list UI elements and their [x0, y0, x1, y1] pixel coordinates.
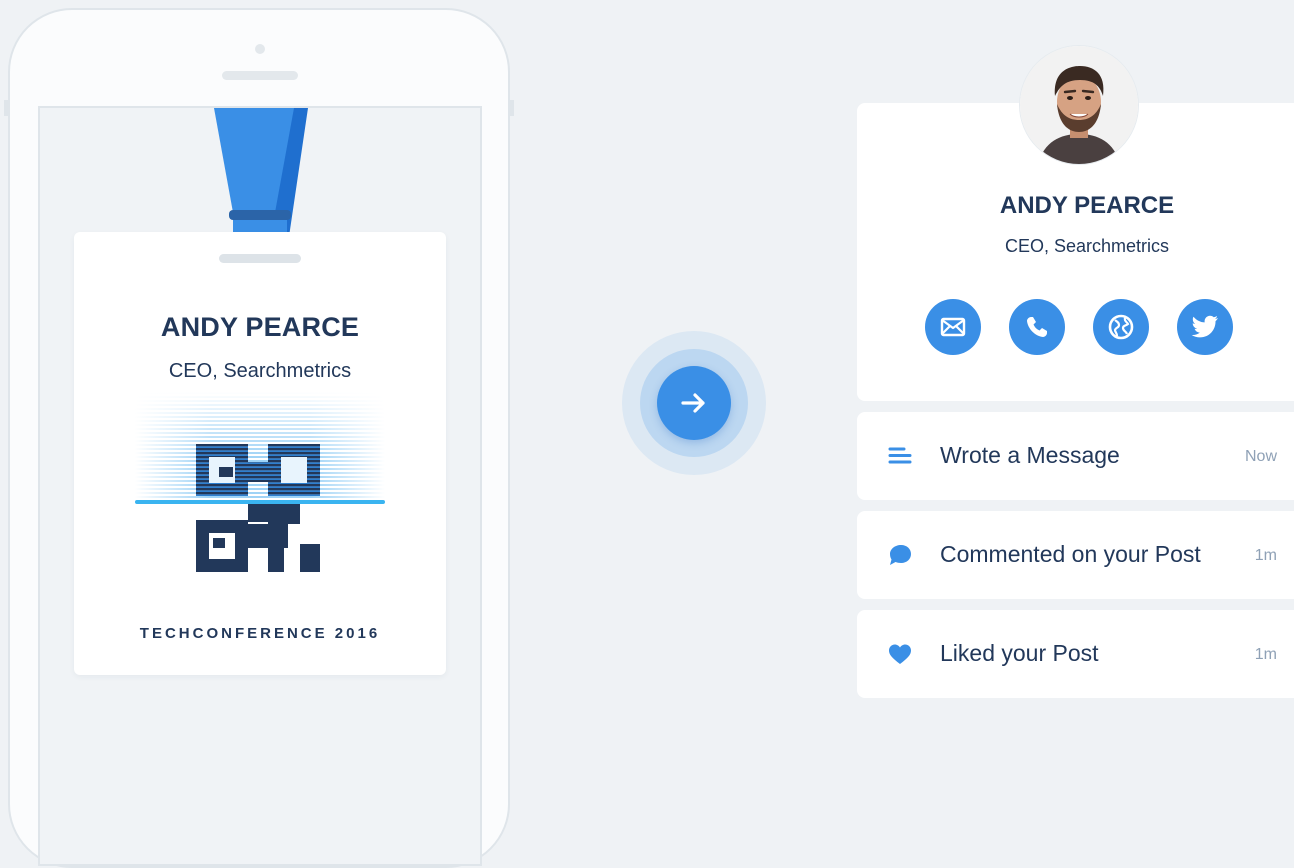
- activity-item[interactable]: Commented on your Post 1m: [857, 511, 1294, 599]
- activity-time: 1m: [1254, 547, 1277, 564]
- phone-side-button: [4, 100, 8, 116]
- badge-role: CEO, Searchmetrics: [168, 360, 352, 382]
- twitter-icon: [1191, 315, 1218, 338]
- message-lines-icon: [888, 447, 912, 464]
- arrow-right-icon: [681, 393, 705, 413]
- phone-side-button: [510, 100, 514, 116]
- call-button[interactable]: [1009, 299, 1065, 355]
- email-button[interactable]: [925, 299, 981, 355]
- badge-event-title: TECHCONFERENCE 2016: [139, 625, 381, 642]
- twitter-button[interactable]: [1177, 299, 1233, 355]
- next-button[interactable]: [657, 366, 731, 440]
- badge-name: ANDY PEARCE: [160, 312, 360, 342]
- activity-item[interactable]: Wrote a Message Now: [857, 412, 1294, 500]
- globe-icon: [1108, 314, 1134, 340]
- badge-slot: [219, 254, 301, 263]
- website-button[interactable]: [1093, 299, 1149, 355]
- avatar[interactable]: [1020, 46, 1138, 164]
- activity-text: Wrote a Message: [940, 442, 1120, 468]
- conference-badge: ANDY PEARCE CEO, Searchmetrics TECHCONFE…: [74, 232, 446, 675]
- mail-icon: [940, 317, 966, 337]
- activity-time: Now: [1244, 448, 1277, 465]
- qr-code-scan: [135, 392, 385, 572]
- lanyard-band: [229, 210, 291, 220]
- phone-camera: [255, 44, 265, 54]
- profile-role: CEO, Searchmetrics: [1004, 236, 1170, 256]
- activity-item[interactable]: Liked your Post 1m: [857, 610, 1294, 698]
- phone-speaker: [222, 71, 298, 80]
- activity-text: Commented on your Post: [940, 541, 1201, 567]
- profile-name: ANDY PEARCE: [999, 192, 1175, 219]
- person-avatar: [1020, 46, 1138, 164]
- activity-text: Liked your Post: [940, 640, 1099, 666]
- phone-icon: [1027, 317, 1047, 337]
- activity-time: 1m: [1254, 646, 1277, 663]
- comment-bubble-icon: [890, 545, 911, 565]
- heart-icon: [889, 644, 911, 664]
